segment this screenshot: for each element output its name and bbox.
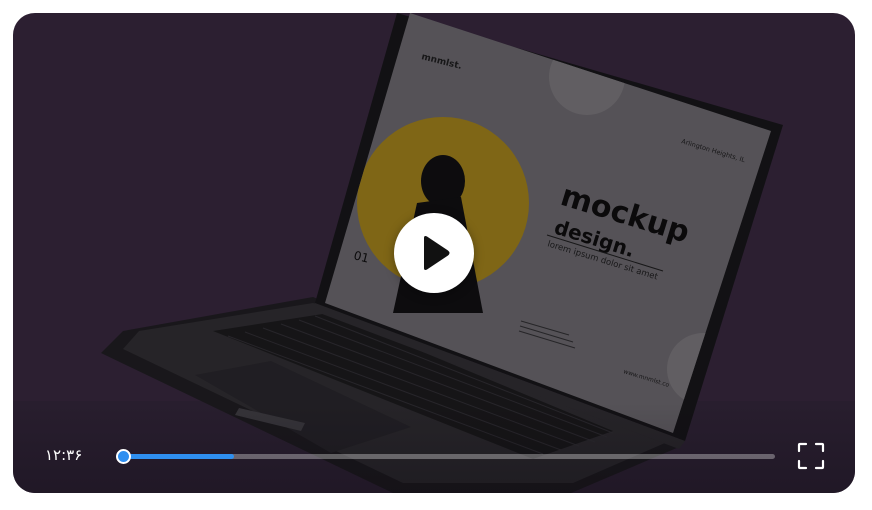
progress-track[interactable] bbox=[116, 449, 775, 464]
fullscreen-icon bbox=[797, 442, 825, 470]
control-bar bbox=[13, 403, 855, 493]
play-button[interactable] bbox=[394, 213, 474, 293]
elapsed-time: ۱۲:۳۶ bbox=[45, 446, 83, 464]
fullscreen-button[interactable] bbox=[796, 441, 826, 471]
play-icon bbox=[424, 236, 450, 270]
progress-thumb[interactable] bbox=[116, 449, 131, 464]
video-player[interactable]: mnmlst. Arlington Heights, IL mockup des… bbox=[13, 13, 855, 493]
progress-fill bbox=[123, 454, 234, 459]
